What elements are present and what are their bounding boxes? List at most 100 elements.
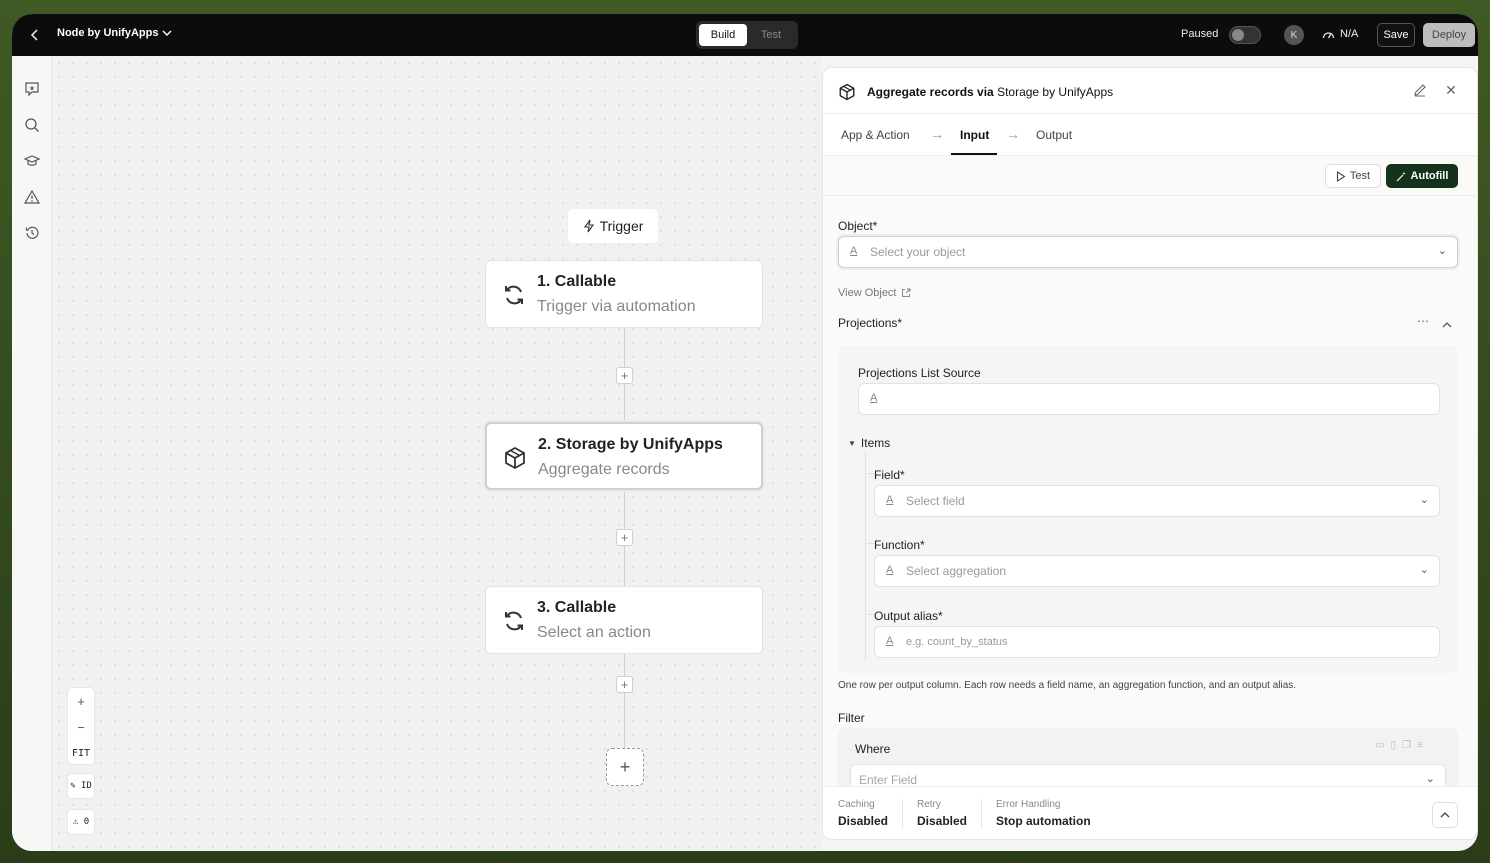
retry-setting[interactable]: Retry Disabled <box>917 799 967 828</box>
trash-icon[interactable]: ▯ <box>1390 740 1396 751</box>
workflow-canvas[interactable]: Trigger 1. Callable Trigger via automati… <box>52 56 822 851</box>
chevron-up-icon <box>1440 812 1450 818</box>
box-icon <box>501 444 529 472</box>
tree-line <box>865 451 866 661</box>
error-handling-setting[interactable]: Error Handling Stop automation <box>996 799 1091 828</box>
test-label: Test <box>1349 170 1371 182</box>
avatar[interactable]: K <box>1284 25 1304 45</box>
autofill-button[interactable]: Autofill <box>1386 164 1458 188</box>
text-type-icon: A <box>850 245 858 257</box>
trigger-node[interactable]: Trigger <box>567 208 659 244</box>
projections-section: Projections List Source A ▼ Items Field*… <box>838 346 1458 673</box>
add-step-button[interactable]: + <box>616 676 633 693</box>
step-config-panel: Aggregate records via Storage by UnifyAp… <box>822 67 1478 840</box>
add-final-step-button[interactable]: + <box>606 748 644 786</box>
paused-label: Paused <box>1181 28 1219 40</box>
field-select[interactable]: A Select field ⌄ <box>874 485 1440 517</box>
history-icon[interactable] <box>23 224 41 242</box>
list-icon[interactable]: ≡ <box>1417 740 1423 751</box>
play-icon <box>1336 170 1346 182</box>
performance-indicator[interactable]: N/A <box>1322 28 1358 40</box>
workflow-title-dropdown[interactable]: Node by UnifyApps <box>57 27 172 39</box>
arrow-right-icon: → <box>930 126 944 142</box>
save-button[interactable]: Save <box>1377 23 1415 47</box>
chevron-down-icon: ⌄ <box>1425 773 1435 785</box>
back-icon[interactable] <box>26 26 44 44</box>
retry-key: Retry <box>917 799 941 810</box>
filter-label: Filter <box>838 711 865 725</box>
field-placeholder: Select field <box>906 494 965 508</box>
id-toggle-button[interactable]: ✎ ID <box>67 773 95 799</box>
error-handling-key: Error Handling <box>996 799 1061 810</box>
projections-label: Projections* <box>838 316 903 330</box>
chevron-down-icon: ⌄ <box>1437 245 1447 257</box>
view-object-link[interactable]: View Object <box>838 287 911 299</box>
tab-input[interactable]: Input <box>960 128 989 142</box>
panel-title: Aggregate records via Storage by UnifyAp… <box>867 85 1113 99</box>
text-type-icon: A <box>870 392 878 404</box>
tab-test[interactable]: Test <box>747 24 795 46</box>
node-subtitle: Aggregate records <box>538 461 670 478</box>
error-handling-value: Stop automation <box>996 814 1091 828</box>
panel-actions: Test Autofill <box>823 156 1477 196</box>
warning-icon[interactable] <box>23 188 41 206</box>
expand-footer-button[interactable] <box>1432 802 1458 828</box>
workflow-node-3[interactable]: 3. Callable Select an action <box>485 586 763 654</box>
panel-title-action: Aggregate records via <box>867 85 994 99</box>
function-select[interactable]: A Select aggregation ⌄ <box>874 555 1440 587</box>
node-title: 2. Storage by UnifyApps <box>538 436 723 453</box>
items-toggle[interactable]: ▼ Items <box>848 436 890 450</box>
zoom-out-button[interactable]: − <box>68 714 94 740</box>
projections-list-source-label: Projections List Source <box>858 366 981 380</box>
node-subtitle: Trigger via automation <box>537 298 696 315</box>
arrow-right-icon: → <box>1006 126 1020 142</box>
panel-body: Object* A Select your object ⌄ View Obje… <box>823 196 1477 798</box>
chevron-down-icon <box>162 30 172 36</box>
zoom-in-button[interactable]: + <box>68 688 94 714</box>
text-type-icon: A <box>886 564 894 576</box>
workflow-node-2[interactable]: 2. Storage by UnifyApps Aggregate record… <box>485 422 763 490</box>
search-icon[interactable] <box>23 116 41 134</box>
external-link-icon <box>901 288 910 297</box>
app-frame: Node by UnifyApps Build Test Paused K N/… <box>12 14 1478 851</box>
edit-icon[interactable] <box>1413 83 1429 99</box>
connector-line <box>624 654 625 748</box>
add-step-button[interactable]: + <box>616 367 633 384</box>
projections-list-source-input[interactable]: A <box>858 383 1440 415</box>
caching-value: Disabled <box>838 814 889 828</box>
more-options-icon[interactable]: ⋯ <box>1417 314 1429 328</box>
node-subtitle: Select an action <box>537 624 651 641</box>
workflow-node-1[interactable]: 1. Callable Trigger via automation <box>485 260 763 328</box>
active-tab-indicator <box>951 153 997 155</box>
output-alias-input[interactable]: A e.g. count_by_status <box>874 626 1440 658</box>
ai-chat-icon[interactable] <box>23 80 41 98</box>
items-label: Items <box>860 436 891 450</box>
where-actions: ▭ ▯ ❐ ≡ <box>1375 740 1423 751</box>
trigger-label: Trigger <box>599 218 644 234</box>
chevron-up-icon[interactable] <box>1442 316 1452 334</box>
zoom-fit-button[interactable]: FIT <box>68 740 94 766</box>
tab-app-action[interactable]: App & Action <box>841 128 910 142</box>
top-bar: Node by UnifyApps Build Test Paused K N/… <box>12 14 1478 56</box>
tab-build[interactable]: Build <box>699 24 747 46</box>
comment-icon[interactable]: ▭ <box>1375 740 1384 751</box>
object-select[interactable]: A Select your object ⌄ <box>838 236 1458 268</box>
panel-header: Aggregate records via Storage by UnifyAp… <box>823 68 1477 114</box>
close-icon[interactable]: ✕ <box>1443 82 1459 98</box>
graduation-cap-icon[interactable] <box>23 152 41 170</box>
text-type-icon: A <box>886 635 894 647</box>
caching-setting[interactable]: Caching Disabled <box>838 799 888 828</box>
warnings-button[interactable]: ⚠ 0 <box>67 809 95 835</box>
function-placeholder: Select aggregation <box>906 564 1007 578</box>
panel-footer: Caching Disabled Retry Disabled Error Ha… <box>823 786 1477 839</box>
sync-icon <box>500 281 528 309</box>
chevron-down-icon: ⌄ <box>1419 494 1429 506</box>
tab-output[interactable]: Output <box>1036 128 1072 142</box>
deploy-button[interactable]: Deploy <box>1423 23 1475 47</box>
add-step-button[interactable]: + <box>616 529 633 546</box>
caret-down-icon: ▼ <box>848 438 856 448</box>
copy-icon[interactable]: ❐ <box>1402 740 1411 751</box>
paused-toggle[interactable] <box>1229 26 1261 44</box>
na-label: N/A <box>1340 28 1359 40</box>
test-button[interactable]: Test <box>1325 164 1381 188</box>
